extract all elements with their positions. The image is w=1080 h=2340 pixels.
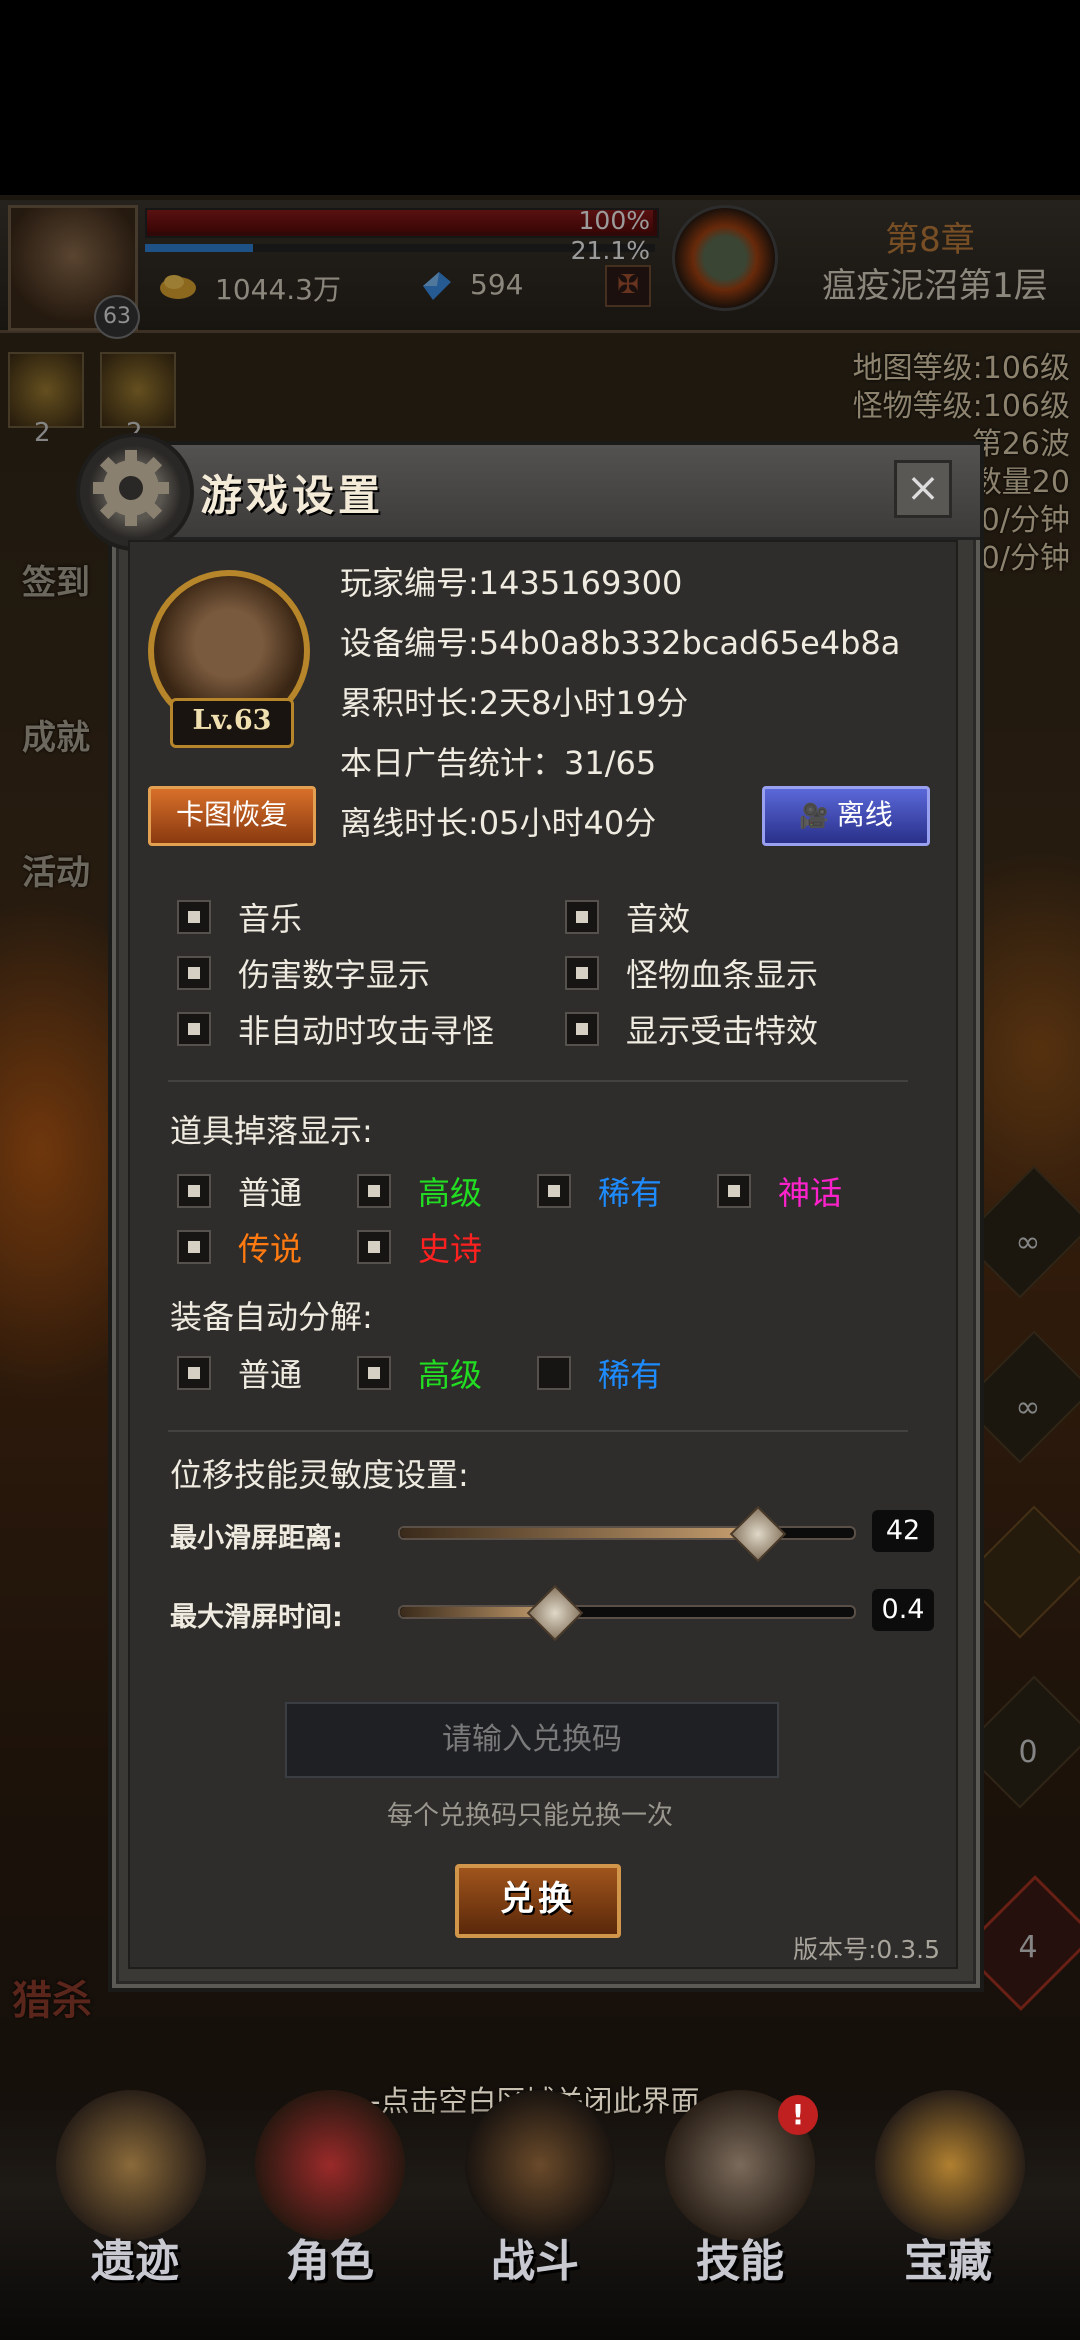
music-label: 音乐 — [238, 900, 303, 938]
offline-button-label: 离线 — [836, 798, 893, 831]
auto-seek-label: 非自动时攻击寻怪 — [238, 1012, 495, 1050]
nav-character[interactable]: 角色 — [240, 2225, 420, 2289]
decompose-advanced-label: 高级 — [418, 1356, 483, 1394]
relic-icon[interactable] — [56, 2090, 206, 2240]
nav-treasure[interactable]: 宝藏 — [858, 2225, 1038, 2289]
nav-skills[interactable]: 技能 — [650, 2225, 830, 2289]
music-checkbox[interactable] — [177, 900, 211, 934]
drop-advanced-label: 高级 — [418, 1174, 483, 1212]
offline-button[interactable]: 🎥 离线 — [762, 786, 930, 846]
player-id: 玩家编号:1435169300 — [340, 564, 683, 602]
divider — [168, 1430, 908, 1432]
decompose-rare-checkbox[interactable] — [537, 1356, 571, 1390]
divider — [168, 1080, 908, 1082]
device-id: 设备编号:54b0a8b332bcad65e4b8a — [340, 624, 901, 662]
treasure-icon[interactable] — [875, 2090, 1025, 2240]
max-swipe-time-label: 最大滑屏时间: — [170, 1602, 343, 1633]
auto-seek-checkbox[interactable] — [177, 1012, 211, 1046]
drop-legendary-label: 传说 — [238, 1230, 303, 1268]
decompose-normal-checkbox[interactable] — [177, 1356, 211, 1390]
drop-epic-checkbox[interactable] — [357, 1230, 391, 1264]
player-level-badge: Lv.63 — [170, 698, 294, 748]
damage-numbers-checkbox[interactable] — [177, 956, 211, 990]
hit-effect-label: 显示受击特效 — [626, 1012, 819, 1050]
decompose-advanced-checkbox[interactable] — [357, 1356, 391, 1390]
drop-epic-label: 史诗 — [418, 1230, 483, 1268]
sfx-checkbox[interactable] — [565, 900, 599, 934]
drop-rare-checkbox[interactable] — [537, 1174, 571, 1208]
hit-effect-checkbox[interactable] — [565, 1012, 599, 1046]
decompose-normal-label: 普通 — [238, 1356, 303, 1394]
drop-legendary-checkbox[interactable] — [177, 1230, 211, 1264]
drop-normal-label: 普通 — [238, 1174, 303, 1212]
redeem-button[interactable]: 兑换 — [455, 1864, 621, 1938]
playtime: 累积时长:2天8小时19分 — [340, 684, 689, 722]
decompose-rare-label: 稀有 — [598, 1356, 663, 1394]
character-icon[interactable] — [255, 2090, 405, 2240]
camera-icon: 🎥 — [799, 802, 837, 830]
version-label: 版本号:0.3.5 — [792, 1935, 940, 1964]
max-swipe-time-value: 0.4 — [872, 1589, 934, 1631]
drop-mythic-label: 神话 — [778, 1174, 843, 1212]
gear-icon — [76, 433, 194, 551]
drop-advanced-checkbox[interactable] — [357, 1174, 391, 1208]
min-swipe-distance-label: 最小滑屏距离: — [170, 1523, 343, 1554]
monster-hp-label: 怪物血条显示 — [626, 956, 819, 994]
nav-battle[interactable]: 战斗 — [445, 2225, 625, 2289]
close-icon[interactable]: × — [894, 460, 952, 518]
sfx-label: 音效 — [626, 900, 691, 938]
min-swipe-distance-fill — [400, 1528, 756, 1538]
offline-time: 离线时长:05小时40分 — [340, 804, 657, 842]
drop-display-title: 道具掉落显示: — [170, 1112, 373, 1150]
drop-rare-label: 稀有 — [598, 1174, 663, 1212]
drop-normal-checkbox[interactable] — [177, 1174, 211, 1208]
skill-alert-badge: ! — [778, 2095, 818, 2135]
drop-mythic-checkbox[interactable] — [717, 1174, 751, 1208]
stuck-recovery-button[interactable]: 卡图恢复 — [148, 786, 316, 846]
nav-relic[interactable]: 遗迹 — [45, 2225, 225, 2289]
ad-stats: 本日广告统计：31/65 — [340, 744, 657, 782]
dialog-title: 游戏设置 — [200, 471, 385, 520]
sensitivity-title: 位移技能灵敏度设置: — [170, 1456, 469, 1494]
damage-numbers-label: 伤害数字显示 — [238, 956, 431, 994]
redeem-code-input[interactable]: 请输入兑换码 — [285, 1702, 779, 1778]
auto-decompose-title: 装备自动分解: — [170, 1298, 373, 1336]
monster-hp-checkbox[interactable] — [565, 956, 599, 990]
battle-icon[interactable] — [465, 2090, 615, 2240]
min-swipe-distance-value: 42 — [872, 1510, 934, 1552]
redeem-note: 每个兑换码只能兑换一次 — [386, 1801, 673, 1831]
